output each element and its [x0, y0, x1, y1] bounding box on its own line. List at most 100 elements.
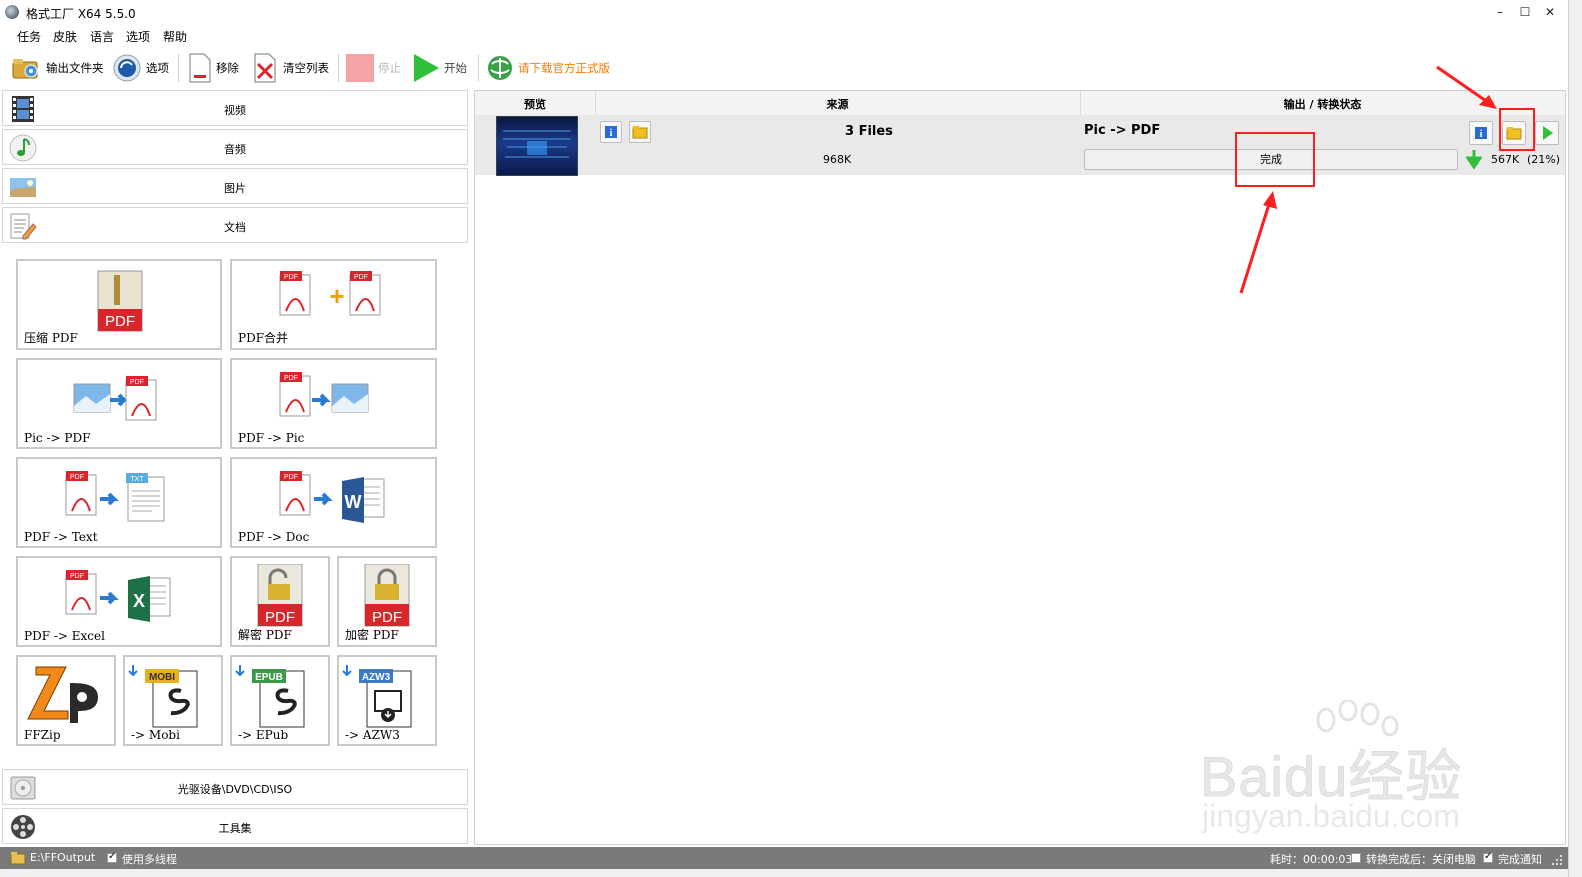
multithread-label: 使用多线程	[122, 853, 177, 866]
unlock-pdf-icon: PDF	[232, 563, 328, 630]
tile-to-azw3-label: -> AZW3	[345, 728, 400, 742]
pdf-to-excel-icon: PDF X	[18, 564, 220, 630]
tile-pdf-to-excel-label: PDF -> Excel	[24, 629, 105, 643]
menu-task[interactable]: 任务	[17, 28, 41, 45]
category-toolbox[interactable]: 工具集	[2, 808, 468, 844]
menu-bar: 任务 皮肤 语言 选项 帮助	[0, 26, 1568, 46]
mobi-badge-text: MOBI	[149, 672, 175, 683]
pdf-merge-text-1: PDF	[284, 274, 298, 281]
resize-grip-icon[interactable]	[1552, 855, 1564, 870]
category-audio-label: 音频	[224, 143, 246, 156]
tile-pic-to-pdf[interactable]: PDF Pic -> PDF	[16, 358, 222, 449]
decrypt-pdf-text: PDF	[265, 609, 295, 626]
options-button[interactable]: 选项	[112, 51, 169, 85]
stop-icon	[346, 54, 374, 82]
pdf-to-excel-text: PDF	[70, 573, 84, 580]
tile-pdf-to-pic-label: PDF -> Pic	[238, 431, 305, 445]
category-optical-drive[interactable]: 光驱设备\DVD\CD\ISO	[2, 769, 468, 805]
baidu-jingyan-watermark: Baidu经验 jingyan.baidu.com	[1199, 700, 1500, 840]
title-bar: 格式工厂 X64 5.5.0 – ☐ ✕	[0, 0, 1568, 25]
tile-pdf-to-text-label: PDF -> Text	[24, 530, 98, 544]
remove-label: 移除	[216, 61, 239, 75]
output-folder-button[interactable]: 输出文件夹	[12, 51, 104, 85]
clear-list-button[interactable]: 清空列表	[253, 51, 329, 85]
tile-pdf-to-doc-label: PDF -> Doc	[238, 530, 310, 544]
pdf-merge-plus: +	[329, 281, 344, 311]
stop-label: 停止	[378, 61, 401, 75]
menu-options[interactable]: 选项	[126, 28, 150, 45]
gear-icon	[112, 53, 142, 83]
after-convert-label: 转换完成后：关闭电脑	[1366, 853, 1476, 866]
remove-button[interactable]: 移除	[188, 51, 239, 85]
tile-decrypt-pdf[interactable]: PDF 解密 PDF	[230, 556, 330, 647]
after-convert-checkbox[interactable]	[1351, 853, 1361, 863]
tile-pdf-to-text[interactable]: PDF TXT PDF -> Text	[16, 457, 222, 548]
pdf-to-text-text: PDF	[70, 474, 84, 481]
tile-ffzip-label: FFZip	[24, 728, 61, 742]
minimize-button[interactable]: –	[1490, 3, 1510, 21]
tile-pdf-to-pic[interactable]: PDF PDF -> Pic	[230, 358, 437, 449]
tile-pdf-merge-label: PDF合并	[238, 331, 289, 345]
category-picture-label: 图片	[224, 182, 246, 195]
tile-pdf-merge[interactable]: PDF + PDF PDF合并	[230, 259, 437, 350]
tile-to-mobi[interactable]: MOBI -> Mobi	[123, 655, 223, 746]
category-audio[interactable]: 音频	[2, 129, 468, 165]
stop-button[interactable]: 停止	[346, 51, 401, 85]
pdf-to-doc-w: W	[345, 492, 362, 512]
play-icon	[412, 53, 440, 83]
start-button[interactable]: 开始	[412, 51, 467, 85]
tile-to-azw3[interactable]: AZW3 -> AZW3	[337, 655, 437, 746]
category-document[interactable]: 文档	[2, 207, 468, 243]
azw3-badge-text: AZW3	[362, 672, 391, 683]
pdf-to-excel-x: X	[133, 591, 145, 611]
encrypt-pdf-text: PDF	[372, 609, 402, 626]
tile-ffzip[interactable]: FFZip	[16, 655, 116, 746]
category-picture[interactable]: 图片	[2, 168, 468, 204]
elapsed-time: 耗时：00:00:03	[1270, 853, 1353, 866]
category-document-label: 文档	[224, 221, 246, 234]
compress-pdf-text: PDF	[105, 313, 135, 330]
compress-pdf-icon: PDF	[18, 267, 220, 333]
annotation-arrows	[1239, 65, 1497, 294]
tile-encrypt-pdf[interactable]: PDF 加密 PDF	[337, 556, 437, 647]
pic-to-pdf-text: PDF	[130, 379, 144, 386]
mobi-icon: MOBI	[125, 663, 221, 729]
category-video[interactable]: 视频	[2, 90, 468, 126]
output-folder-status-icon[interactable]	[10, 851, 26, 868]
window-title: 格式工厂 X64 5.5.0	[26, 7, 136, 21]
options-label: 选项	[146, 61, 169, 75]
menu-skin[interactable]: 皮肤	[53, 28, 77, 45]
pic-to-pdf-icon: PDF	[18, 366, 220, 432]
pdf-merge-text-2: PDF	[354, 274, 368, 281]
azw3-icon: AZW3	[339, 663, 435, 729]
tile-to-mobi-label: -> Mobi	[131, 728, 180, 742]
maximize-button[interactable]: ☐	[1515, 3, 1535, 21]
tile-pdf-to-doc[interactable]: PDF W PDF -> Doc	[230, 457, 437, 548]
epub-icon: EPUB	[232, 663, 328, 729]
menu-language[interactable]: 语言	[90, 28, 114, 45]
multithread-checkbox[interactable]	[107, 851, 117, 863]
output-path[interactable]: E:\FFOutput	[30, 851, 95, 864]
tile-compress-pdf[interactable]: PDF 压缩 PDF	[16, 259, 222, 350]
epub-badge-text: EPUB	[255, 672, 283, 683]
start-label: 开始	[444, 61, 467, 75]
ffzip-icon	[18, 663, 114, 729]
window-edge-strip	[1568, 0, 1582, 877]
category-toolbox-label: 工具集	[218, 822, 252, 835]
lock-pdf-icon: PDF	[339, 563, 435, 630]
tile-to-epub-label: -> EPub	[238, 728, 289, 742]
close-button[interactable]: ✕	[1540, 3, 1560, 21]
app-logo-icon	[5, 5, 19, 19]
tile-pdf-to-excel[interactable]: PDF X PDF -> Excel	[16, 556, 222, 647]
window-bottom-strip	[0, 869, 1568, 877]
pdf-merge-icon: PDF + PDF	[232, 267, 435, 333]
menu-help[interactable]: 帮助	[163, 28, 187, 45]
watermark-url: jingyan.baidu.com	[1202, 798, 1460, 834]
output-folder-label: 输出文件夹	[46, 61, 104, 75]
notify-label: 完成通知	[1498, 853, 1542, 866]
remove-file-icon	[188, 53, 212, 83]
output-folder-icon	[12, 56, 42, 80]
notify-checkbox[interactable]	[1483, 851, 1493, 863]
tile-to-epub[interactable]: EPUB -> EPub	[230, 655, 330, 746]
tile-encrypt-pdf-label: 加密 PDF	[345, 628, 399, 642]
